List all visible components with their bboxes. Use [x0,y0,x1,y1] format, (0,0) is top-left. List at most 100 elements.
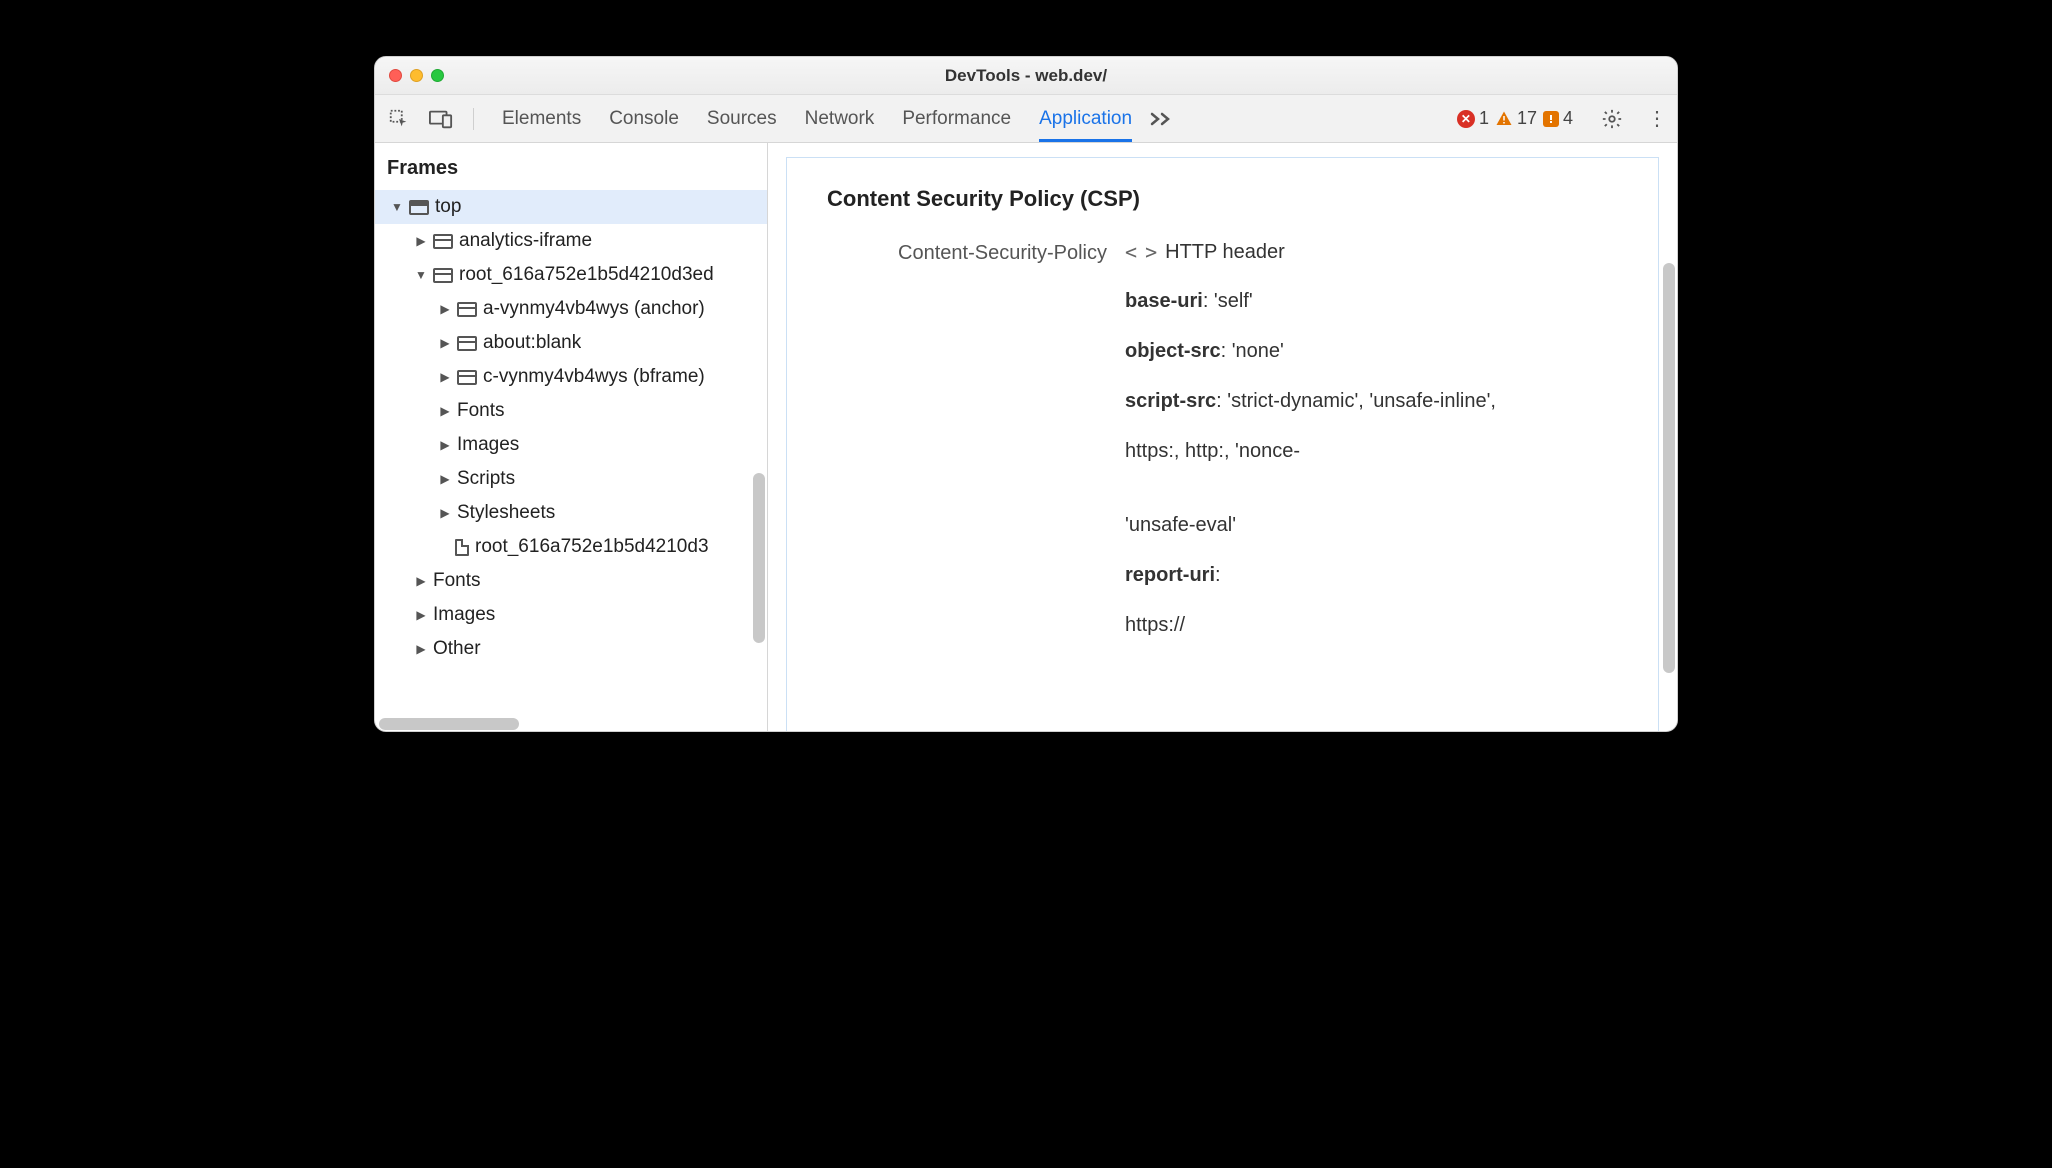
tree-label: analytics-iframe [459,230,592,252]
tree-label: Fonts [457,400,505,422]
tree-label: Stylesheets [457,502,555,524]
settings-icon[interactable] [1601,108,1623,130]
sidebar-h-scroll[interactable] [375,717,767,731]
directive-key: object-src [1125,340,1221,362]
disclosure-triangle-icon[interactable] [415,642,427,656]
error-count[interactable]: ✕ 1 [1457,108,1489,129]
zoom-window-button[interactable] [431,69,444,82]
tab-performance[interactable]: Performance [902,96,1011,142]
more-options-icon[interactable]: ⋮ [1647,109,1667,129]
sidebar-h-scroll-thumb[interactable] [379,718,519,730]
main-scrollbar[interactable] [1663,263,1675,673]
disclosure-triangle-icon[interactable] [439,336,451,350]
tree-label: Images [457,434,519,456]
directive-value: : 'none' [1221,340,1284,362]
device-toolbar-icon[interactable] [427,105,455,133]
panel-tabs: Elements Console Sources Network Perform… [502,96,1132,142]
disclosure-triangle-icon[interactable] [415,234,427,248]
frame-icon [457,336,477,351]
directive-key: base-uri [1125,290,1203,312]
tree-label: top [435,196,461,218]
tree-item-other[interactable]: Other [375,632,767,666]
tab-elements[interactable]: Elements [502,96,581,142]
csp-source-text: HTTP header [1165,241,1285,264]
csp-value: < > HTTP header base-uri: 'self' object-… [1125,240,1618,660]
tree-item-images-2[interactable]: Images [375,598,767,632]
main-toolbar: Elements Console Sources Network Perform… [375,95,1677,143]
csp-label: Content-Security-Policy [827,240,1107,265]
tree-item-stylesheets[interactable]: Stylesheets [375,496,767,530]
disclosure-triangle-icon[interactable] [439,404,451,418]
window-title: DevTools - web.dev/ [375,66,1677,86]
error-icon: ✕ [1457,110,1475,128]
document-icon [455,539,469,556]
tab-application[interactable]: Application [1039,96,1132,142]
csp-heading: Content Security Policy (CSP) [827,186,1618,212]
tree-label: Other [433,638,481,660]
frame-icon [433,268,453,283]
tree-item-anchor[interactable]: a-vynmy4vb4wys (anchor) [375,292,767,326]
tree-label: Images [433,604,495,626]
directive-script-src-cont: https:, http:, 'nonce- [1125,436,1618,466]
disclosure-triangle-icon[interactable] [415,608,427,622]
tree-item-bframe[interactable]: c-vynmy4vb4wys (bframe) [375,360,767,394]
csp-source: < > HTTP header [1125,240,1618,264]
code-icon: < > [1125,240,1155,264]
tree-label: Scripts [457,468,515,490]
directive-unsafe-eval: 'unsafe-eval' [1125,510,1618,540]
tab-network[interactable]: Network [805,96,875,142]
directive-script-src: script-src: 'strict-dynamic', 'unsafe-in… [1125,386,1618,416]
disclosure-triangle-icon[interactable] [415,574,427,588]
csp-card: Content Security Policy (CSP) Content-Se… [786,157,1659,731]
directive-key: script-src [1125,390,1216,412]
tree-item-scripts[interactable]: Scripts [375,462,767,496]
window-icon [409,200,429,215]
issue-counters[interactable]: ✕ 1 17 4 [1457,108,1573,129]
issue-count[interactable]: 4 [1543,108,1573,129]
tree-item-document[interactable]: root_616a752e1b5d4210d3 [375,530,767,564]
frame-icon [457,302,477,317]
tree-item-top[interactable]: top [375,190,767,224]
inspect-element-icon[interactable] [385,105,413,133]
close-window-button[interactable] [389,69,402,82]
disclosure-triangle-icon[interactable] [415,268,427,282]
tree-label: root_616a752e1b5d4210d3ed [459,264,714,286]
csp-row: Content-Security-Policy < > HTTP header … [827,240,1618,660]
warning-count[interactable]: 17 [1495,108,1537,129]
disclosure-triangle-icon[interactable] [439,370,451,384]
directive-value: : [1215,564,1221,586]
sidebar-header: Frames [375,143,767,190]
tree-label: c-vynmy4vb4wys (bframe) [483,366,705,388]
tree-label: root_616a752e1b5d4210d3 [475,536,709,558]
warning-icon [1495,110,1513,128]
tab-console[interactable]: Console [609,96,679,142]
tree-item-blank[interactable]: about:blank [375,326,767,360]
titlebar: DevTools - web.dev/ [375,57,1677,95]
disclosure-triangle-icon[interactable] [439,438,451,452]
directive-report-uri: report-uri: [1125,560,1618,590]
tab-sources[interactable]: Sources [707,96,777,142]
tree-label: Fonts [433,570,481,592]
warning-count-value: 17 [1517,108,1537,129]
tree-item-images[interactable]: Images [375,428,767,462]
disclosure-triangle-icon[interactable] [439,302,451,316]
tree-label: about:blank [483,332,581,354]
directive-value: : 'self' [1203,290,1253,312]
directive-value: : 'strict-dynamic', 'unsafe-inline', [1216,390,1496,412]
frame-icon [433,234,453,249]
sidebar-scrollbar[interactable] [753,473,765,643]
minimize-window-button[interactable] [410,69,423,82]
disclosure-triangle-icon[interactable] [439,472,451,486]
tree-item-root[interactable]: root_616a752e1b5d4210d3ed [375,258,767,292]
tree-item-analytics[interactable]: analytics-iframe [375,224,767,258]
toolbar-divider [473,108,474,130]
tree-item-fonts[interactable]: Fonts [375,394,767,428]
more-tabs-button[interactable] [1146,112,1176,126]
disclosure-triangle-icon[interactable] [391,200,403,214]
window-controls [389,69,444,82]
frames-tree[interactable]: top analytics-iframe root_616a752e1b5d42… [375,190,767,717]
disclosure-triangle-icon[interactable] [439,506,451,520]
directive-object-src: object-src: 'none' [1125,336,1618,366]
tree-item-fonts-2[interactable]: Fonts [375,564,767,598]
content-area: Frames top analytics-iframe root_616a752… [375,143,1677,731]
